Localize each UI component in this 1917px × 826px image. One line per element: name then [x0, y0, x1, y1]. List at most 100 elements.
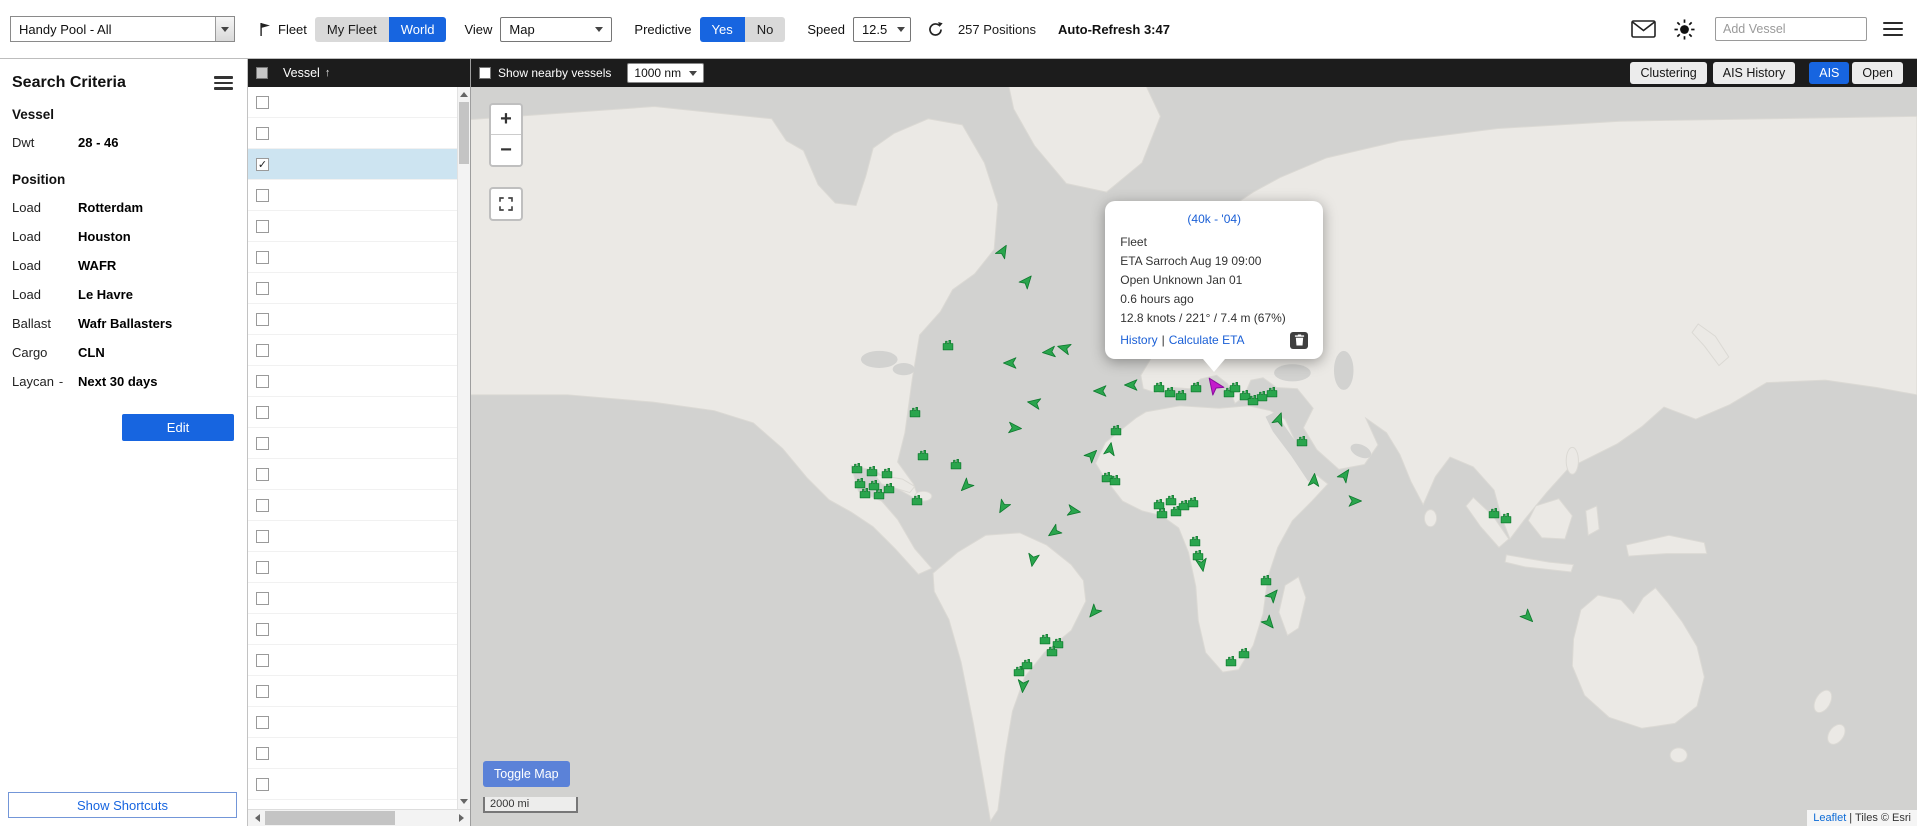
vessel-marker-port[interactable]: [1488, 507, 1501, 520]
edit-button[interactable]: Edit: [122, 414, 234, 441]
vessel-row[interactable]: [248, 738, 470, 769]
calculate-eta-link[interactable]: Calculate ETA: [1169, 333, 1245, 347]
vessel-marker-arrow[interactable]: [992, 240, 1012, 260]
vessel-marker-port[interactable]: [941, 338, 954, 351]
horizontal-scrollbar[interactable]: [248, 809, 470, 826]
vessel-row-checkbox[interactable]: [256, 375, 269, 388]
vessel-row-checkbox[interactable]: [256, 592, 269, 605]
vessel-row[interactable]: [248, 242, 470, 273]
vessel-marker-arrow[interactable]: [1306, 472, 1322, 488]
vessel-row[interactable]: [248, 707, 470, 738]
map-button-open[interactable]: Open: [1852, 62, 1903, 84]
vessel-row[interactable]: [248, 211, 470, 242]
vessel-marker-port[interactable]: [1247, 393, 1260, 406]
vessel-row-checkbox[interactable]: [256, 499, 269, 512]
vessel-row[interactable]: [248, 428, 470, 459]
vessel-marker-port[interactable]: [1500, 512, 1513, 525]
view-select[interactable]: Map: [500, 17, 612, 42]
select-all-checkbox[interactable]: [256, 67, 268, 79]
vessel-row-checkbox[interactable]: [256, 778, 269, 791]
vessel-marker-arrow[interactable]: [992, 497, 1012, 517]
vessel-marker-arrow[interactable]: [1015, 677, 1031, 693]
map[interactable]: + − (40k - '04) FleetETA Sarroch Aug 19 …: [471, 87, 1917, 826]
vessel-marker-port[interactable]: [1021, 657, 1034, 670]
vessel-row-checkbox[interactable]: [256, 96, 269, 109]
vessel-row-checkbox[interactable]: [256, 654, 269, 667]
vessel-marker-port[interactable]: [1187, 496, 1200, 509]
scroll-right-icon[interactable]: [453, 810, 470, 826]
popup-title-link[interactable]: (40k - '04): [1120, 212, 1308, 226]
vessel-row[interactable]: [248, 490, 470, 521]
scroll-up-icon[interactable]: [458, 87, 470, 101]
vessel-row-checkbox[interactable]: ✓: [256, 158, 269, 171]
criteria-menu-icon[interactable]: [214, 76, 233, 89]
vessel-row[interactable]: [248, 645, 470, 676]
vessel-row[interactable]: [248, 304, 470, 335]
leaflet-link[interactable]: Leaflet: [1813, 812, 1846, 824]
speed-select[interactable]: 12.5: [853, 17, 911, 42]
vessel-row-checkbox[interactable]: [256, 530, 269, 543]
vessel-row-checkbox[interactable]: [256, 685, 269, 698]
vessel-marker-arrow[interactable]: [1025, 551, 1042, 568]
vessel-marker-port[interactable]: [1175, 388, 1188, 401]
vessel-marker-port[interactable]: [1188, 535, 1201, 548]
vessel-marker-port[interactable]: [911, 493, 924, 506]
vessel-marker-arrow[interactable]: [1084, 602, 1105, 623]
vessel-row[interactable]: [248, 769, 470, 800]
vessel-row[interactable]: [248, 397, 470, 428]
vessel-row-checkbox[interactable]: [256, 220, 269, 233]
refresh-icon[interactable]: [927, 21, 944, 38]
map-button-ais-history[interactable]: AIS History: [1713, 62, 1796, 84]
vessel-marker-arrow[interactable]: [1081, 444, 1102, 465]
vessel-marker-arrow[interactable]: [1003, 356, 1018, 371]
zoom-out-button[interactable]: −: [491, 135, 521, 165]
vessel-marker-arrow[interactable]: [1026, 395, 1043, 412]
vessel-marker-arrow[interactable]: [1007, 420, 1023, 436]
scroll-down-icon[interactable]: [458, 795, 470, 809]
vessel-marker-port[interactable]: [950, 458, 963, 471]
scrollbar-thumb[interactable]: [459, 102, 469, 164]
vessel-marker-port[interactable]: [908, 405, 921, 418]
vessel-row-checkbox[interactable]: [256, 251, 269, 264]
predictive-no-button[interactable]: No: [745, 17, 786, 42]
vessel-row-checkbox[interactable]: [256, 127, 269, 140]
show-nearby-checkbox[interactable]: [479, 67, 491, 79]
vessel-marker-port[interactable]: [1039, 633, 1052, 646]
vessel-marker-port[interactable]: [1109, 474, 1122, 487]
vessel-row-checkbox[interactable]: [256, 468, 269, 481]
fullscreen-button[interactable]: [489, 187, 523, 221]
vessel-row-checkbox[interactable]: [256, 344, 269, 357]
vessel-column-header[interactable]: Vessel: [283, 66, 320, 80]
theme-sun-icon[interactable]: [1674, 19, 1695, 40]
predictive-yes-button[interactable]: Yes: [700, 17, 745, 42]
radius-select[interactable]: 1000 nm: [627, 63, 704, 83]
vessel-row[interactable]: [248, 118, 470, 149]
vessel-marker-arrow[interactable]: [1259, 613, 1280, 634]
vessel-marker-port[interactable]: [880, 466, 893, 479]
vessel-marker-port[interactable]: [851, 462, 864, 475]
vessel-marker-port[interactable]: [858, 486, 871, 499]
vessel-marker-port[interactable]: [1192, 548, 1205, 561]
pool-select[interactable]: Handy Pool - All: [10, 16, 235, 42]
map-button-clustering[interactable]: Clustering: [1630, 62, 1706, 84]
vessel-marker-port[interactable]: [917, 448, 930, 461]
vessel-marker-port[interactable]: [1296, 435, 1309, 448]
sort-ascending-icon[interactable]: ↑: [325, 67, 331, 79]
vessel-row[interactable]: [248, 552, 470, 583]
vessel-marker-port[interactable]: [1228, 381, 1241, 394]
vessel-marker-arrow[interactable]: [1347, 494, 1362, 509]
vessel-row-checkbox[interactable]: [256, 437, 269, 450]
vessel-marker-arrow[interactable]: [1124, 378, 1139, 393]
vessel-row[interactable]: [248, 87, 470, 118]
scroll-left-icon[interactable]: [248, 810, 265, 826]
vessel-marker-port[interactable]: [1225, 655, 1238, 668]
pool-select-button[interactable]: [215, 17, 234, 41]
vessel-marker-port[interactable]: [1259, 574, 1272, 587]
main-menu-icon[interactable]: [1883, 22, 1903, 37]
vessel-marker-arrow[interactable]: [1335, 465, 1356, 486]
vessel-marker-port[interactable]: [1265, 386, 1278, 399]
vessel-row[interactable]: [248, 614, 470, 645]
vessel-row[interactable]: [248, 273, 470, 304]
vessel-marker-port[interactable]: [1155, 507, 1168, 520]
vessel-row[interactable]: [248, 366, 470, 397]
